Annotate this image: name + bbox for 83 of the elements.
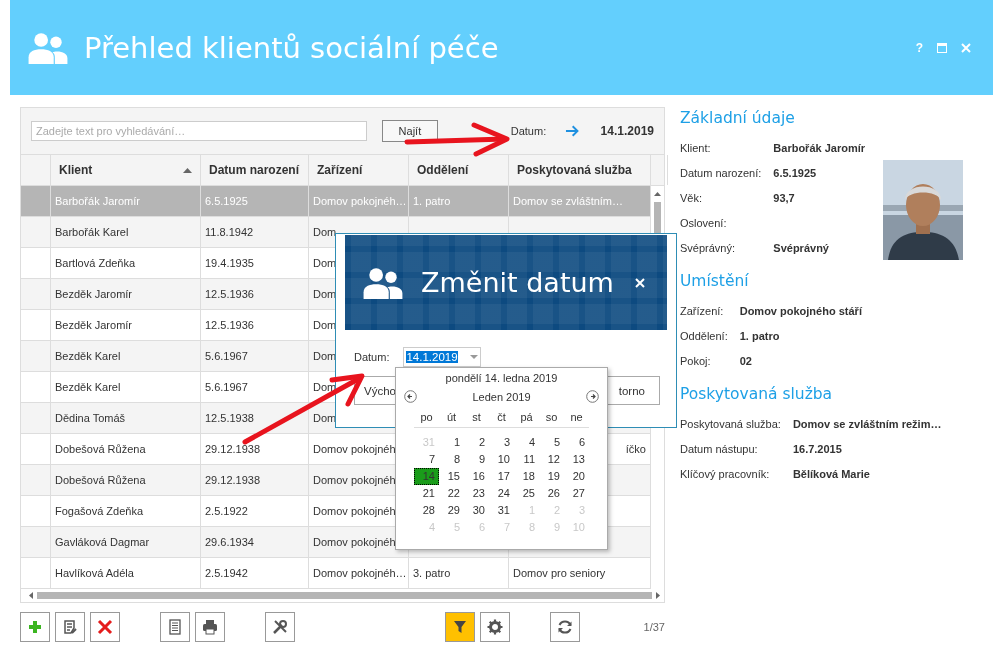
table-cell: 12.5.1936 bbox=[205, 319, 254, 331]
field-label: Svéprávný: bbox=[680, 241, 737, 254]
table-cell: Dom bbox=[313, 288, 337, 300]
table-cell: Dom bbox=[313, 319, 337, 331]
table-cell: Dobešová Růžena bbox=[55, 443, 146, 455]
date-value: 14.1.2019 bbox=[600, 124, 654, 138]
window-title: Přehled klientů sociální péče bbox=[84, 30, 500, 65]
table-cell: íčko bbox=[625, 443, 646, 455]
record-counter: 1/37 bbox=[643, 621, 665, 633]
date-label: Datum: bbox=[354, 351, 390, 363]
field-label: Klíčový pracovník: bbox=[680, 467, 771, 480]
table-cell: 5.6.1967 bbox=[205, 350, 248, 362]
section-title: Umístění bbox=[680, 272, 750, 290]
field-value: 93,7 bbox=[773, 191, 796, 204]
table-cell: Barbořák Jaromír bbox=[55, 195, 140, 207]
table-cell: 11.8.1942 bbox=[205, 226, 254, 238]
table-cell: Dědina Tomáš bbox=[55, 412, 126, 424]
table-cell: Havlíková Adéla bbox=[55, 567, 134, 579]
weekday-label: pá bbox=[514, 411, 539, 428]
table-cell: Bezděk Jaromír bbox=[55, 319, 133, 331]
table-cell: Dom bbox=[313, 381, 337, 393]
table-cell: 3. patro bbox=[413, 567, 451, 579]
field-label: Oddělení: bbox=[680, 329, 728, 342]
field-label: Poskytovaná služba: bbox=[680, 417, 781, 430]
table-cell: Bezděk Karel bbox=[55, 381, 121, 393]
weekday-label: čt bbox=[489, 411, 514, 428]
table-cell: 2.5.1922 bbox=[205, 505, 248, 517]
table-cell: 19.4.1935 bbox=[205, 257, 254, 269]
dialog-title: Změnit datum bbox=[421, 267, 615, 298]
table-cell: Domov pokojnéh bbox=[313, 505, 396, 517]
field-label: Pokoj: bbox=[680, 354, 712, 367]
section-title: Základní údaje bbox=[680, 109, 796, 127]
weekday-label: st bbox=[464, 411, 489, 428]
table-cell: Dom bbox=[313, 257, 337, 269]
table-cell: Domov pokojnéh bbox=[313, 536, 396, 548]
table-cell: Domov se zvláštním… bbox=[513, 195, 624, 207]
table-cell: Bezděk Jaromír bbox=[55, 288, 133, 300]
table-cell: Bartlová Zdeňka bbox=[55, 257, 136, 269]
table-cell: Dom bbox=[313, 350, 337, 362]
field-value: 16.7.2015 bbox=[792, 442, 843, 455]
table-cell: Dom bbox=[313, 412, 337, 424]
field-label: Věk: bbox=[680, 191, 703, 204]
section-title: Poskytovaná služba bbox=[680, 385, 834, 403]
weekday-label: ne bbox=[564, 411, 589, 428]
table-cell: Domov pro seniory bbox=[513, 567, 606, 579]
field-label: Oslovení: bbox=[680, 216, 728, 229]
table-cell: Domov pokojnéh… bbox=[313, 567, 407, 579]
table-cell: 12.5.1938 bbox=[205, 412, 254, 424]
table-cell: 1. patro bbox=[413, 195, 451, 207]
table-cell: 2.5.1942 bbox=[205, 567, 248, 579]
table-cell: 29.12.1938 bbox=[205, 443, 261, 455]
table-cell: Fogašová Zdeňka bbox=[55, 505, 144, 517]
weekday-label: so bbox=[539, 411, 564, 428]
field-value: 02 bbox=[739, 354, 753, 367]
field-value: 6.5.1925 bbox=[773, 166, 818, 179]
field-label: Klient: bbox=[680, 141, 712, 154]
table-cell: 5.6.1967 bbox=[205, 381, 248, 393]
weekday-label: po bbox=[414, 411, 439, 428]
table-cell: Barbořák Karel bbox=[55, 226, 129, 238]
table-cell: Dom bbox=[313, 226, 337, 238]
calendar-heading: pondělí 14. ledna 2019 bbox=[445, 372, 558, 384]
table-cell: 29.12.1938 bbox=[205, 474, 261, 486]
table-cell: Domov pokojnéh bbox=[313, 474, 396, 486]
table-cell: Bezděk Karel bbox=[55, 350, 121, 362]
table-cell: Domov pokojnéh… bbox=[313, 195, 407, 207]
table-cell: Gavláková Dagmar bbox=[55, 536, 150, 548]
date-label: Datum: bbox=[510, 125, 547, 137]
weekday-label: út bbox=[439, 411, 464, 428]
field-value: Domov pokojného stáří bbox=[739, 304, 862, 317]
table-cell: 29.6.1934 bbox=[205, 536, 254, 548]
field-value: Bělíková Marie bbox=[792, 467, 871, 480]
field-value: Svéprávný bbox=[773, 241, 830, 254]
table-cell: Domov pokojnéh bbox=[313, 443, 396, 455]
table-cell: 12.5.1936 bbox=[205, 288, 254, 300]
field-label: Datum nástupu: bbox=[680, 442, 759, 455]
field-value: Barbořák Jaromír bbox=[773, 141, 866, 154]
field-label: Zařízení: bbox=[680, 304, 725, 317]
field-value: Domov se zvláštním režim… bbox=[792, 417, 942, 430]
field-value: 1. patro bbox=[739, 329, 781, 342]
field-label: Datum narození: bbox=[680, 166, 762, 179]
month-label: Leden 2019 bbox=[472, 390, 531, 403]
table-cell: 6.5.1925 bbox=[205, 195, 248, 207]
table-cell: Dobešová Růžena bbox=[55, 474, 146, 486]
